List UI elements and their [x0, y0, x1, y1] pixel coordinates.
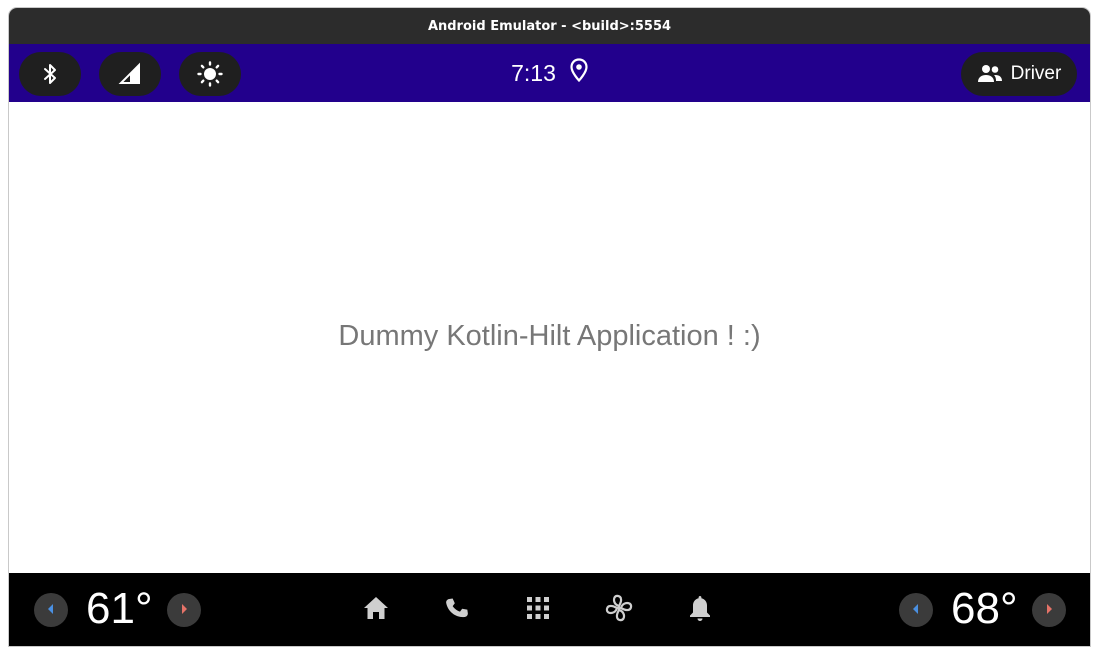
brightness-icon	[197, 61, 223, 87]
system-status-bar: 7:13 Driver	[9, 44, 1090, 102]
people-icon	[977, 64, 1003, 84]
left-temp-increase-button[interactable]	[167, 593, 201, 627]
bluetooth-icon	[38, 62, 62, 86]
app-grid-icon	[526, 596, 550, 624]
bell-icon	[688, 594, 712, 626]
chevron-left-icon	[45, 601, 57, 620]
left-temperature[interactable]: 61°	[86, 583, 153, 635]
cellular-signal-icon	[118, 62, 142, 86]
right-temp-decrease-button[interactable]	[899, 593, 933, 627]
profile-button[interactable]: Driver	[961, 52, 1077, 96]
location-pin-icon	[570, 58, 588, 88]
window-title: Android Emulator - <build>:5554	[427, 18, 672, 34]
clock-area: 7:13	[9, 44, 1090, 102]
fan-button[interactable]	[603, 594, 635, 626]
phone-button[interactable]	[441, 594, 473, 626]
app-message: Dummy Kotlin-Hilt Application ! :)	[338, 320, 761, 352]
notifications-button[interactable]	[684, 594, 716, 626]
home-icon	[362, 595, 390, 625]
clock-time: 7:13	[511, 59, 556, 86]
left-temp-decrease-button[interactable]	[34, 593, 68, 627]
chevron-right-icon	[1043, 601, 1055, 620]
right-temp-increase-button[interactable]	[1032, 593, 1066, 627]
car-navigation-bar: 61° 68°	[9, 573, 1090, 646]
emulator-window: Android Emulator - <build>:5554 7:13 Dri…	[9, 8, 1090, 646]
app-grid-button[interactable]	[522, 594, 554, 626]
home-button[interactable]	[360, 594, 392, 626]
bluetooth-button[interactable]	[19, 52, 81, 96]
app-content: Dummy Kotlin-Hilt Application ! :)	[9, 102, 1090, 573]
cellular-signal-button[interactable]	[99, 52, 161, 96]
profile-label: Driver	[1010, 63, 1062, 84]
window-titlebar: Android Emulator - <build>:5554	[9, 8, 1090, 44]
fan-icon	[604, 593, 634, 627]
chevron-left-icon	[910, 601, 922, 620]
right-temperature[interactable]: 68°	[951, 583, 1018, 635]
chevron-right-icon	[178, 601, 190, 620]
phone-icon	[444, 595, 470, 625]
brightness-button[interactable]	[179, 52, 241, 96]
